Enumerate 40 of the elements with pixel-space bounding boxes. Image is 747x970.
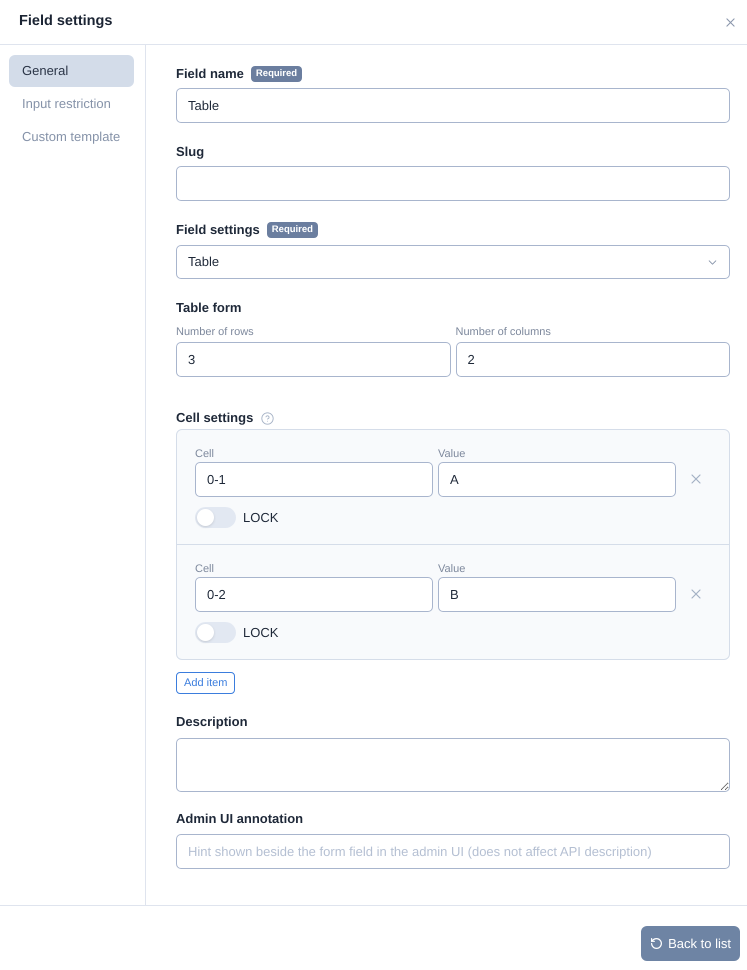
field-label: Number of columns [456,325,552,339]
field-label: Value [438,447,466,461]
text-field[interactable]: Hint shown beside the form field in the admin UI (does not affect API description) [176,834,730,869]
text-field[interactable]: B [438,577,676,612]
close-icon[interactable] [726,18,735,26]
field-label: Field settings [176,222,260,238]
add-item-button[interactable]: Add item [176,672,236,694]
lock-toggle[interactable] [195,622,236,643]
textarea-field[interactable] [176,738,730,792]
field-label: Cell [195,447,215,461]
field-label: Description [176,714,248,730]
field-type-select[interactable]: Table [176,245,730,279]
field-label: Field name [176,66,244,82]
field-label: Slug [176,144,204,160]
sidebar-item[interactable]: General [9,55,134,87]
field-label: Number of rows [176,325,255,339]
chevron-down-icon [708,260,717,264]
required-badge: Required [250,66,302,82]
field-label: Cell settings [176,410,254,426]
text-field[interactable]: A [438,462,676,497]
toggle-label: LOCK [243,624,278,642]
dialog-title: Field settings [19,12,112,32]
field-label: Table form [176,300,242,316]
lock-toggle[interactable] [195,507,236,528]
back-to-list-button[interactable]: Back to list [641,926,740,961]
toggle-label: LOCK [243,508,278,527]
field-label: Value [438,562,466,576]
field-label: Cell [195,562,215,576]
field-label: Admin UI annotation [176,811,304,827]
text-field[interactable] [176,166,730,201]
number-field[interactable]: 3 [176,342,450,377]
required-badge: Required [266,222,318,238]
number-field[interactable]: 2 [456,342,730,377]
text-field[interactable]: Table [176,88,730,123]
text-field[interactable]: 0-1 [195,462,433,497]
text-field[interactable]: 0-2 [195,577,433,612]
counterclockwise-arrow-icon [650,937,664,950]
close-icon[interactable] [691,589,701,599]
help-icon[interactable] [261,412,274,424]
close-icon[interactable] [691,474,701,484]
